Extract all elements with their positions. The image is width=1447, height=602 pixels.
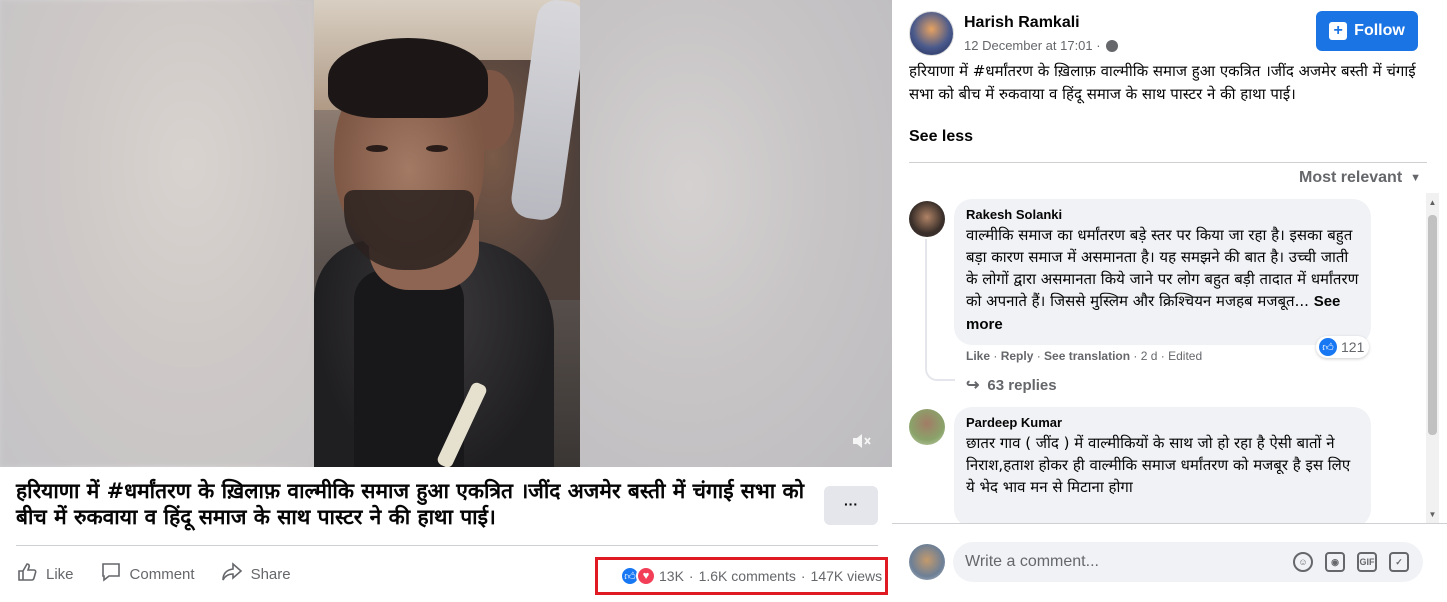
emoji-icon[interactable]: ☺ [1293, 552, 1313, 572]
divider [16, 545, 878, 546]
see-translation-link[interactable]: See translation [1044, 349, 1130, 363]
caret-down-icon: ▼ [1410, 172, 1422, 184]
author-avatar[interactable] [909, 11, 954, 56]
video-blur-right [580, 0, 892, 467]
comments-count[interactable]: 1.6K comments [699, 568, 796, 584]
reply-arrow-icon: ↪ [966, 377, 980, 394]
more-options-button[interactable]: ··· [824, 486, 878, 525]
separator: · [800, 568, 806, 584]
commenter-name[interactable]: Rakesh Solanki [966, 207, 1359, 222]
add-friend-icon: + [1329, 22, 1348, 40]
commenter-avatar[interactable] [909, 409, 945, 445]
post-caption: हरियाणा में #धर्मांतरण के ख़िलाफ़ वाल्मी… [16, 479, 805, 529]
comment-sort-dropdown[interactable]: Most relevant ▼ [1299, 169, 1421, 187]
comment-bubble: Pardeep Kumar छातर गाव ( जींद ) में वाल्… [954, 407, 1371, 523]
post-stats-highlighted[interactable]: 👍︎ ♥ 13K · 1.6K comments · 147K views [595, 557, 888, 595]
camera-icon[interactable]: ◉ [1325, 552, 1345, 572]
share-button[interactable]: Share [221, 561, 291, 587]
comment-placeholder: Write a comment... [965, 553, 1099, 570]
gif-icon[interactable]: GIF [1357, 552, 1377, 572]
share-icon [221, 561, 251, 587]
follow-label: Follow [1354, 22, 1405, 39]
comments-list: Rakesh Solanki वाल्मीकि समाज का धर्मांतर… [892, 193, 1427, 523]
share-label: Share [250, 565, 291, 583]
comments-scrollbar[interactable]: ▲ ▼ [1426, 193, 1439, 523]
comment-label: Comment [129, 565, 195, 583]
like-reaction-icon: 👍︎ [1319, 338, 1337, 356]
comment-like-link[interactable]: Like [966, 349, 990, 363]
video-blur-left [0, 0, 314, 467]
comment-time[interactable]: 2 d [1141, 349, 1158, 363]
post-actions: Like Comment Share [16, 556, 317, 592]
love-reaction-icon: ♥ [636, 566, 656, 586]
globe-icon [1105, 39, 1118, 52]
sticker-icon[interactable]: ✓ [1389, 552, 1409, 572]
comment-text: वाल्मीकि समाज का धर्मांतरण बड़े स्तर पर … [966, 224, 1359, 336]
divider [909, 162, 1427, 163]
like-button[interactable]: Like [16, 561, 74, 587]
comment-meta: Like · Reply · See translation · 2 d · E… [966, 349, 1203, 363]
commenter-name[interactable]: Pardeep Kumar [966, 415, 1359, 430]
reactions-count[interactable]: 13K [659, 568, 684, 584]
video-post-panel: हरियाणा में #धर्मांतरण के ख़िलाफ़ वाल्मी… [0, 0, 892, 602]
comment-tools: ☺ ◉ GIF ✓ [1293, 552, 1409, 572]
post-date-text[interactable]: 12 December at 17:01 · [964, 38, 1101, 53]
comment-text: छातर गाव ( जींद ) में वाल्मीकियों के साथ… [966, 434, 1351, 496]
comment-reaction-badge[interactable]: 👍︎ 121 [1316, 336, 1370, 358]
author-name[interactable]: Harish Ramkali [964, 14, 1080, 32]
sort-label: Most relevant [1299, 169, 1403, 186]
comment-input[interactable]: Write a comment... ☺ ◉ GIF ✓ [953, 542, 1423, 582]
scroll-down-icon[interactable]: ▼ [1428, 510, 1437, 519]
views-count: 147K views [810, 568, 883, 584]
commenter-avatar[interactable] [909, 201, 945, 237]
video-player[interactable] [0, 0, 892, 467]
comment-icon [100, 561, 130, 587]
user-avatar[interactable] [909, 544, 945, 580]
post-sidebar: Harish Ramkali 12 December at 17:01 · + … [892, 0, 1447, 602]
like-label: Like [46, 565, 74, 583]
see-less-link[interactable]: See less [909, 128, 973, 146]
follow-button[interactable]: + Follow [1316, 11, 1418, 51]
mute-icon[interactable] [849, 430, 873, 454]
comment-edited: Edited [1168, 349, 1203, 363]
separator: · [688, 568, 694, 584]
comment-reaction-count: 121 [1341, 339, 1365, 355]
write-comment-bar: Write a comment... ☺ ◉ GIF ✓ [892, 523, 1447, 602]
comment-button[interactable]: Comment [100, 561, 195, 587]
replies-count: 63 replies [987, 376, 1057, 394]
reply-thread-line [925, 239, 955, 381]
comment-bubble: Rakesh Solanki वाल्मीकि समाज का धर्मांतर… [954, 199, 1371, 345]
comment-reply-link[interactable]: Reply [1001, 349, 1034, 363]
scroll-up-icon[interactable]: ▲ [1428, 198, 1437, 207]
scrollbar-thumb[interactable] [1428, 215, 1437, 435]
video-frame [314, 0, 580, 467]
post-date: 12 December at 17:01 · [964, 38, 1118, 53]
thumbs-up-icon [16, 561, 46, 587]
post-text: हरियाणा में #धर्मांतरण के ख़िलाफ़ वाल्मी… [909, 62, 1416, 103]
view-replies-link[interactable]: ↪ 63 replies [966, 375, 1057, 395]
comment-body: वाल्मीकि समाज का धर्मांतरण बड़े स्तर पर … [966, 226, 1359, 310]
